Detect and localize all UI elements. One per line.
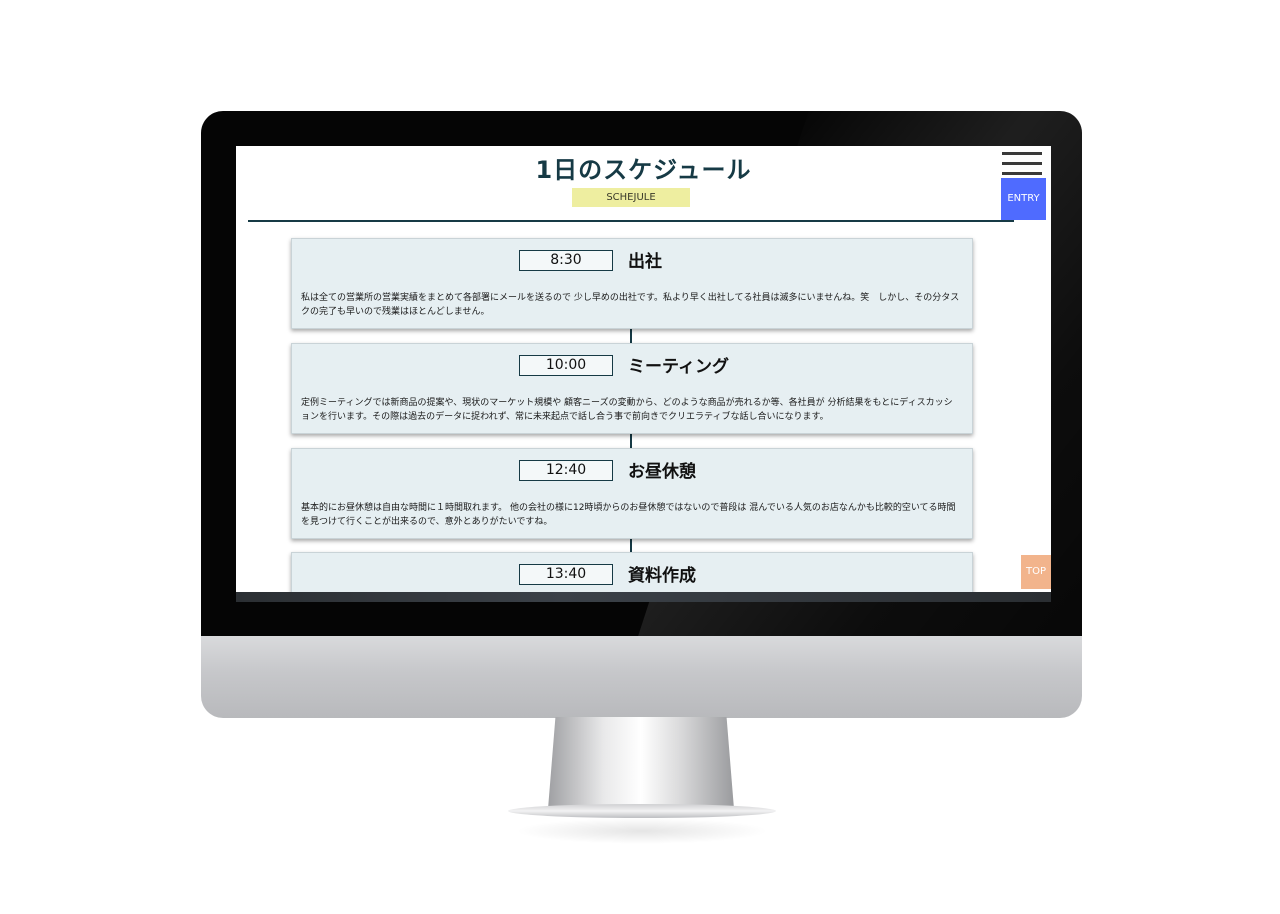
schedule-card: 8:30 出社 私は全ての営業所の営業実績をまとめて各部署にメールを送るので 少… <box>291 238 973 329</box>
schedule-title: お昼休憩 <box>628 462 696 482</box>
schedule-description: 定例ミーティングでは新商品の提案や、現状のマーケット規模や 顧客ニーズの変動から… <box>301 398 953 422</box>
screen: 1日のスケジュール SCHEJULE ENTRY 8:30 出社 私は全ての営業… <box>236 146 1051 602</box>
schedule-card: 10:00 ミーティング 定例ミーティングでは新商品の提案や、現状のマーケット規… <box>291 343 973 434</box>
schedule-time: 8:30 <box>519 250 613 271</box>
schedule-description: 私は全ての営業所の営業実績をまとめて各部署にメールを送るので 少し早めの出社です… <box>301 293 960 317</box>
hamburger-menu-icon[interactable] <box>1002 152 1044 176</box>
schedule-description: 基本的にお昼休憩は自由な時間に１時間取れます。 他の会社の様に12時頃からのお昼… <box>301 503 956 527</box>
hamburger-line <box>1002 172 1042 175</box>
hamburger-line <box>1002 162 1042 165</box>
monitor-stand <box>548 717 734 809</box>
schedule-title: 出社 <box>628 252 662 272</box>
header-divider <box>248 220 1014 222</box>
schedule-time: 13:40 <box>519 564 613 585</box>
monitor-stand-shadow <box>515 818 769 844</box>
page-title: 1日のスケジュール <box>535 156 752 184</box>
next-section-image <box>236 592 1051 602</box>
monitor-chin <box>201 636 1082 718</box>
stage: 1日のスケジュール SCHEJULE ENTRY 8:30 出社 私は全ての営業… <box>0 0 1280 914</box>
schedule-title: 資料作成 <box>628 566 696 586</box>
schedule-card: 12:40 お昼休憩 基本的にお昼休憩は自由な時間に１時間取れます。 他の会社の… <box>291 448 973 539</box>
monitor-stand-foot <box>508 804 776 818</box>
title-badge: SCHEJULE <box>572 188 690 207</box>
back-to-top-button[interactable]: TOP <box>1021 555 1051 589</box>
hamburger-line <box>1002 152 1042 155</box>
schedule-time: 10:00 <box>519 355 613 376</box>
entry-button[interactable]: ENTRY <box>1001 178 1046 220</box>
schedule-time: 12:40 <box>519 460 613 481</box>
schedule-title: ミーティング <box>628 357 729 377</box>
